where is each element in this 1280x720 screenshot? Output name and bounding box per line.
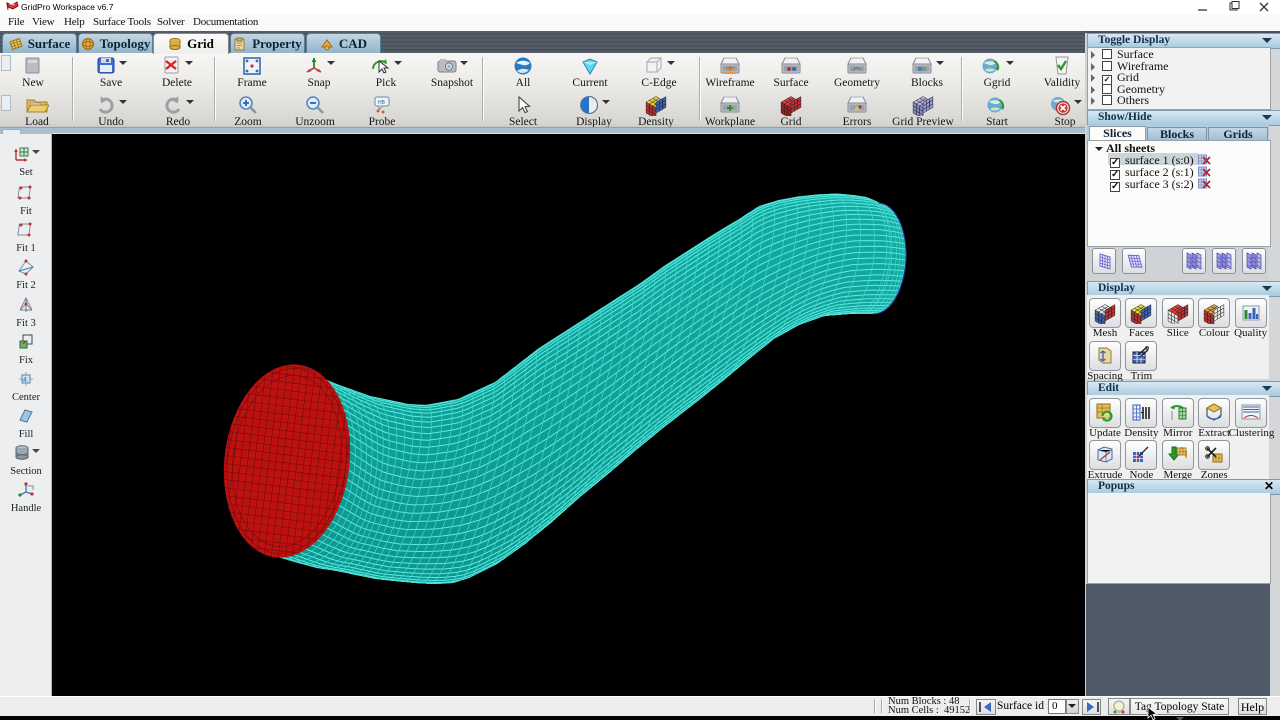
- svg-text:HB: HB: [378, 100, 386, 106]
- svg-text:4: 4: [23, 377, 27, 384]
